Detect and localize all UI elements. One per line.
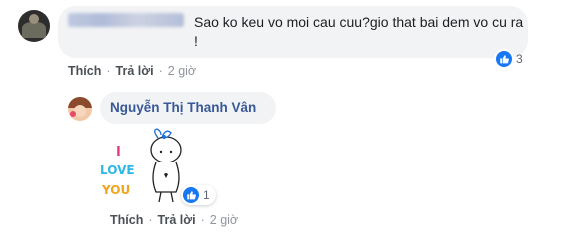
commenter-name-blurred[interactable]: [68, 13, 184, 27]
like-link[interactable]: Thích: [68, 64, 101, 78]
comment-bubble: Sao ko keu vo moi cau cuu?gio that bai d…: [58, 6, 528, 58]
reply-bubble: Nguyễn Thị Thanh Vân: [100, 92, 276, 124]
reply-author-name[interactable]: Nguyễn Thị Thanh Vân: [110, 100, 256, 115]
reply-author-avatar[interactable]: [68, 97, 92, 121]
like-reaction-icon: [183, 187, 199, 203]
comment-text: Sao ko keu vo moi cau cuu?gio that bai d…: [194, 14, 524, 49]
sticker-line-love: LOVE: [100, 163, 135, 177]
reply-time[interactable]: 2 giờ: [210, 213, 238, 227]
like-link[interactable]: Thích: [110, 213, 143, 227]
comment-actions: Thích · Trả lời · 2 giờ: [68, 64, 197, 78]
sticker-line-you: YOU: [101, 183, 130, 197]
reply-reactions[interactable]: 1: [181, 185, 216, 205]
commenter-avatar[interactable]: [18, 10, 50, 42]
reaction-count: 3: [516, 52, 523, 66]
i-love-you-sticker: I LOVE YOU: [100, 128, 182, 203]
reply-link[interactable]: Trả lời: [116, 64, 154, 78]
sticker-line-i: I: [116, 145, 121, 160]
like-reaction-icon: [496, 51, 512, 67]
comment-time[interactable]: 2 giờ: [168, 64, 196, 78]
comment-reactions[interactable]: 3: [496, 51, 523, 67]
reply-actions: Thích · Trả lời · 2 giờ: [110, 213, 239, 227]
sticker-character: [150, 128, 182, 203]
reaction-count: 1: [203, 188, 210, 202]
reply-link[interactable]: Trả lời: [158, 213, 196, 227]
